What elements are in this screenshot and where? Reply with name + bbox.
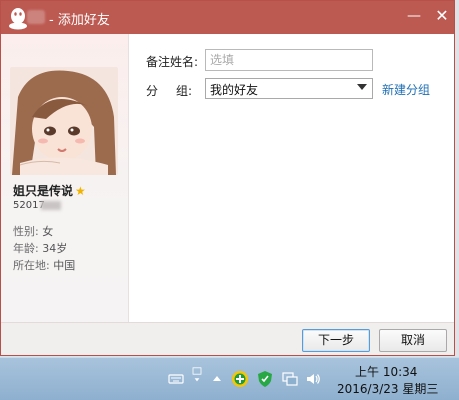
star-icon: ★: [75, 184, 86, 198]
add-friend-dialog: - 添加好友 — ✕ 姐只是传说 ★ 52017 性别: 女 年龄: 34岁 所…: [0, 0, 455, 356]
keyboard-icon[interactable]: [168, 371, 184, 387]
network-icon[interactable]: [282, 371, 298, 387]
qq-penguin-icon: [9, 8, 27, 30]
new-group-link[interactable]: 新建分组: [382, 81, 430, 98]
window-title: - 添加好友: [49, 13, 110, 28]
avatar: [10, 67, 118, 175]
nickname: 姐只是传说 ★: [13, 184, 86, 198]
clock-date[interactable]: 2016/3/23 星期三: [337, 380, 438, 397]
dropdown-arrow-icon: [357, 84, 367, 90]
dialog-button-bar: 下一步 取消: [1, 322, 454, 355]
show-hidden-icons-icon[interactable]: [211, 371, 223, 387]
note-name-input[interactable]: [205, 49, 373, 71]
desktop-edge: [455, 0, 459, 358]
qq-number-redacted: [41, 201, 61, 210]
shield-icon[interactable]: [257, 370, 273, 388]
close-button[interactable]: ✕: [433, 7, 451, 25]
group-label-char-1: 分: [146, 84, 159, 98]
taskbar: 上午 10:34 2016/3/23 星期三: [0, 357, 459, 400]
next-step-button[interactable]: 下一步: [302, 329, 370, 352]
minimize-button[interactable]: —: [405, 7, 423, 25]
note-name-label: 备注姓名:: [146, 55, 199, 69]
title-redacted-area: [27, 10, 45, 24]
group-select-value: 我的好友: [210, 83, 259, 97]
clock-time[interactable]: 上午 10:34: [355, 363, 417, 380]
group-select[interactable]: 我的好友: [205, 78, 373, 99]
cancel-button[interactable]: 取消: [379, 329, 447, 352]
profile-sidebar: 姐只是传说 ★ 52017 性别: 女 年龄: 34岁 所在地: 中国: [1, 34, 129, 322]
qq-tray-icon[interactable]: [190, 367, 204, 383]
location-row: 所在地: 中国: [13, 259, 76, 272]
age-row: 年龄: 34岁: [13, 242, 68, 255]
gender-row: 性别: 女: [13, 225, 54, 238]
group-label-char-2: 组:: [176, 84, 193, 98]
volume-icon[interactable]: [305, 371, 321, 387]
title-bar[interactable]: - 添加好友 — ✕: [1, 1, 454, 34]
360-safeguard-icon[interactable]: [231, 370, 249, 388]
